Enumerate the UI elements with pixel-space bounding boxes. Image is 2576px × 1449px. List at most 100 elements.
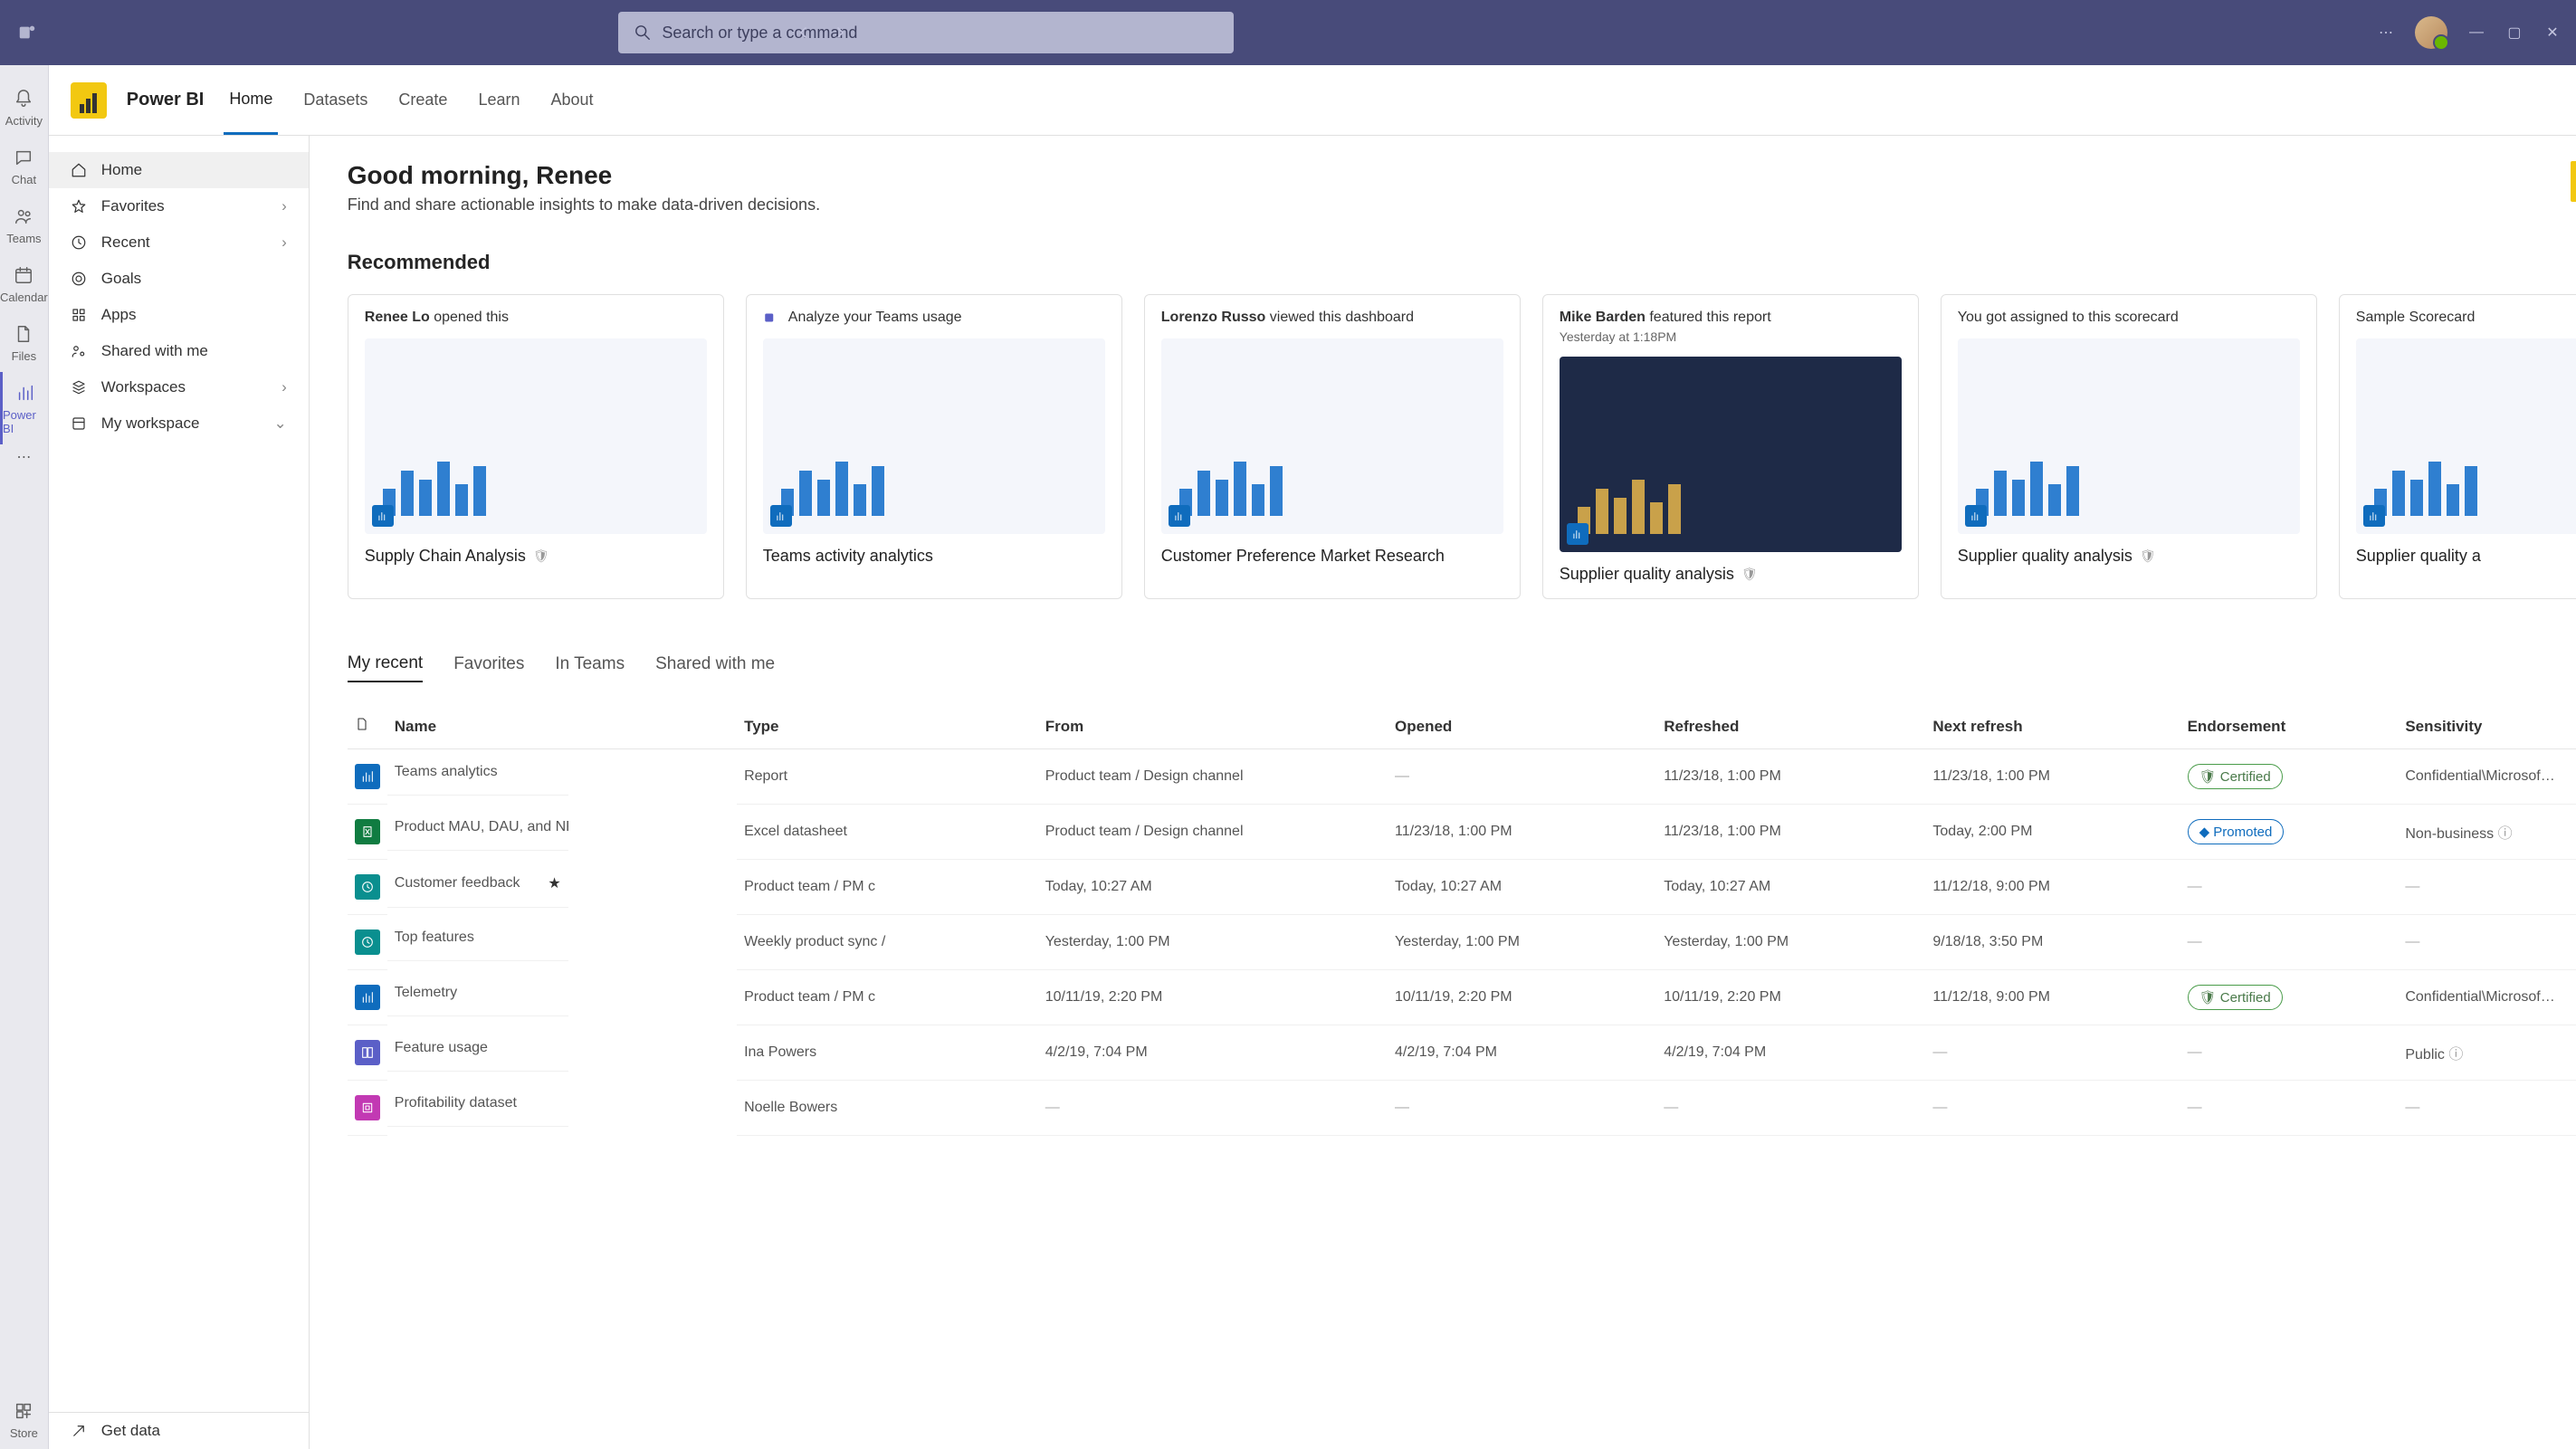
table-row[interactable]: Product MAU, DAU, and NPSExcel datasheet… <box>348 805 2576 860</box>
item-sensitivity: — <box>2398 1081 2576 1136</box>
list-tab-favorites[interactable]: Favorites <box>453 654 524 682</box>
sidenav-get-data[interactable]: Get data <box>49 1412 309 1449</box>
table-row[interactable]: Teams analyticsReportProduct team / Desi… <box>348 749 2576 805</box>
item-sensitivity: Public ⓘ <box>2398 1025 2576 1081</box>
rail-item-label: Chat <box>12 173 36 186</box>
rail-activity[interactable]: Activity <box>0 78 48 137</box>
item-opened: 4/2/19, 7:04 PM <box>1388 1025 1656 1081</box>
teams-icon <box>763 310 779 326</box>
sidenav-workspaces[interactable]: Workspaces › <box>49 369 309 405</box>
item-type-icon <box>355 764 380 789</box>
card-thumbnail <box>1560 357 1902 552</box>
recommended-card[interactable]: Renee Lo opened this Supply Chain Analysi… <box>348 294 724 599</box>
new-report-button[interactable]: New report <box>2571 161 2576 202</box>
card-header: Lorenzo Russo viewed this dashboard <box>1161 310 1503 326</box>
item-opened: — <box>1388 749 1656 805</box>
column-header[interactable]: Refreshed <box>1656 704 1925 749</box>
column-header[interactable]: Opened <box>1388 704 1656 749</box>
nav-back-button[interactable] <box>787 16 820 49</box>
column-header[interactable]: Name <box>387 704 737 749</box>
table-row[interactable]: Top featuresWeekly product sync /Yesterd… <box>348 915 2576 970</box>
rail-files[interactable]: Files <box>0 313 48 372</box>
search-icon <box>634 24 651 41</box>
column-header[interactable]: Sensitivity <box>2398 704 2576 749</box>
info-icon[interactable]: ⓘ <box>2498 826 2513 842</box>
tab-about[interactable]: About <box>545 67 598 133</box>
sidenav-my-workspace[interactable]: My workspace ⌄ <box>49 405 309 442</box>
tab-datasets[interactable]: Datasets <box>298 67 373 133</box>
item-endorsement: — <box>2180 1025 2399 1081</box>
recommended-card[interactable]: Mike Barden featured this reportYesterda… <box>1542 294 1919 599</box>
star-icon[interactable]: ★ <box>548 874 560 892</box>
item-from: Today, 10:27 AM <box>1038 860 1388 915</box>
card-header: Renee Lo opened this <box>365 310 707 326</box>
item-from: Yesterday, 1:00 PM <box>1038 915 1388 970</box>
calendar-icon <box>12 263 35 287</box>
column-header[interactable]: Type <box>737 704 1038 749</box>
item-endorsement: — <box>2180 860 2399 915</box>
table-row[interactable]: TelemetryProduct team / PM c10/11/19, 2:… <box>348 970 2576 1025</box>
recommended-card[interactable]: You got assigned to this scorecardSuppli… <box>1941 294 2317 599</box>
bell-icon <box>12 87 35 110</box>
rail-store[interactable]: Store <box>0 1390 48 1449</box>
global-search-input[interactable]: Search or type a command <box>618 12 1234 53</box>
column-header[interactable]: From <box>1038 704 1388 749</box>
table-row[interactable]: Customer feedback ★Product team / PM cTo… <box>348 860 2576 915</box>
item-refreshed: Today, 10:27 AM <box>1656 860 1925 915</box>
chart-badge-icon <box>1567 523 1589 545</box>
card-header: Sample Scorecard <box>2356 310 2576 326</box>
table-row[interactable]: Feature usageIna Powers4/2/19, 7:04 PM4/… <box>348 1025 2576 1081</box>
item-from: — <box>1038 1081 1388 1136</box>
list-tab-in-teams[interactable]: In Teams <box>555 654 625 682</box>
sidenav-apps[interactable]: Apps <box>49 297 309 333</box>
sidenav-home[interactable]: Home <box>49 152 309 188</box>
item-name: Telemetry <box>387 970 568 1016</box>
file-icon <box>12 322 35 346</box>
arrow-icon <box>71 1423 87 1439</box>
recommended-card[interactable]: Lorenzo Russo viewed this dashboardCusto… <box>1144 294 1521 599</box>
tab-home[interactable]: Home <box>224 66 278 135</box>
file-icon <box>355 717 369 731</box>
window-maximize-button[interactable]: ▢ <box>2505 24 2524 42</box>
item-type: Noelle Bowers <box>737 1081 1038 1136</box>
rail-teams[interactable]: Teams <box>0 195 48 254</box>
chevron-right-icon: › <box>281 234 287 252</box>
tab-create[interactable]: Create <box>393 67 453 133</box>
list-tab-my-recent[interactable]: My recent <box>348 653 423 682</box>
card-thumbnail <box>2356 338 2576 534</box>
people-icon <box>12 205 35 228</box>
rail-item-label: Store <box>10 1426 38 1440</box>
home-icon <box>71 162 87 178</box>
recommended-card[interactable]: Sample ScorecardSupplier quality a <box>2339 294 2576 599</box>
sidenav-favorites[interactable]: Favorites › <box>49 188 309 224</box>
recommended-carousel: Renee Lo opened this Supply Chain Analysi… <box>348 294 2576 599</box>
chart-badge-icon <box>372 505 394 527</box>
window-minimize-button[interactable]: — <box>2467 24 2485 41</box>
user-avatar[interactable] <box>2415 16 2447 49</box>
info-icon[interactable]: ⓘ <box>2448 1047 2463 1063</box>
more-options-icon[interactable]: ⋯ <box>2377 24 2395 42</box>
item-next-refresh: — <box>1925 1081 2180 1136</box>
column-header[interactable] <box>348 704 387 749</box>
list-tab-shared[interactable]: Shared with me <box>655 654 775 682</box>
column-header[interactable]: Next refresh <box>1925 704 2180 749</box>
item-next-refresh: 11/12/18, 9:00 PM <box>1925 970 2180 1025</box>
item-name: Feature usage <box>387 1025 568 1072</box>
sidenav-goals[interactable]: Goals <box>49 261 309 297</box>
rail-calendar[interactable]: Calendar <box>0 254 48 313</box>
powerbi-logo-icon <box>71 82 107 119</box>
item-type: Ina Powers <box>737 1025 1038 1081</box>
rail-more-button[interactable]: ⋯ <box>16 448 31 466</box>
card-title: Supply Chain Analysis 🛡 <box>365 547 707 566</box>
recommended-card[interactable]: Analyze your Teams usageTeams activity a… <box>746 294 1122 599</box>
sidenav-shared[interactable]: Shared with me <box>49 333 309 369</box>
rail-powerbi[interactable]: Power BI <box>0 372 48 444</box>
tab-learn[interactable]: Learn <box>472 67 525 133</box>
column-header[interactable]: Endorsement <box>2180 704 2399 749</box>
window-close-button[interactable]: ✕ <box>2543 24 2562 42</box>
table-row[interactable]: Profitability datasetNoelle Bowers—————— <box>348 1081 2576 1136</box>
sidenav-recent[interactable]: Recent › <box>49 224 309 261</box>
nav-forward-button[interactable] <box>824 16 856 49</box>
item-type: Product team / PM c <box>737 860 1038 915</box>
rail-chat[interactable]: Chat <box>0 137 48 195</box>
